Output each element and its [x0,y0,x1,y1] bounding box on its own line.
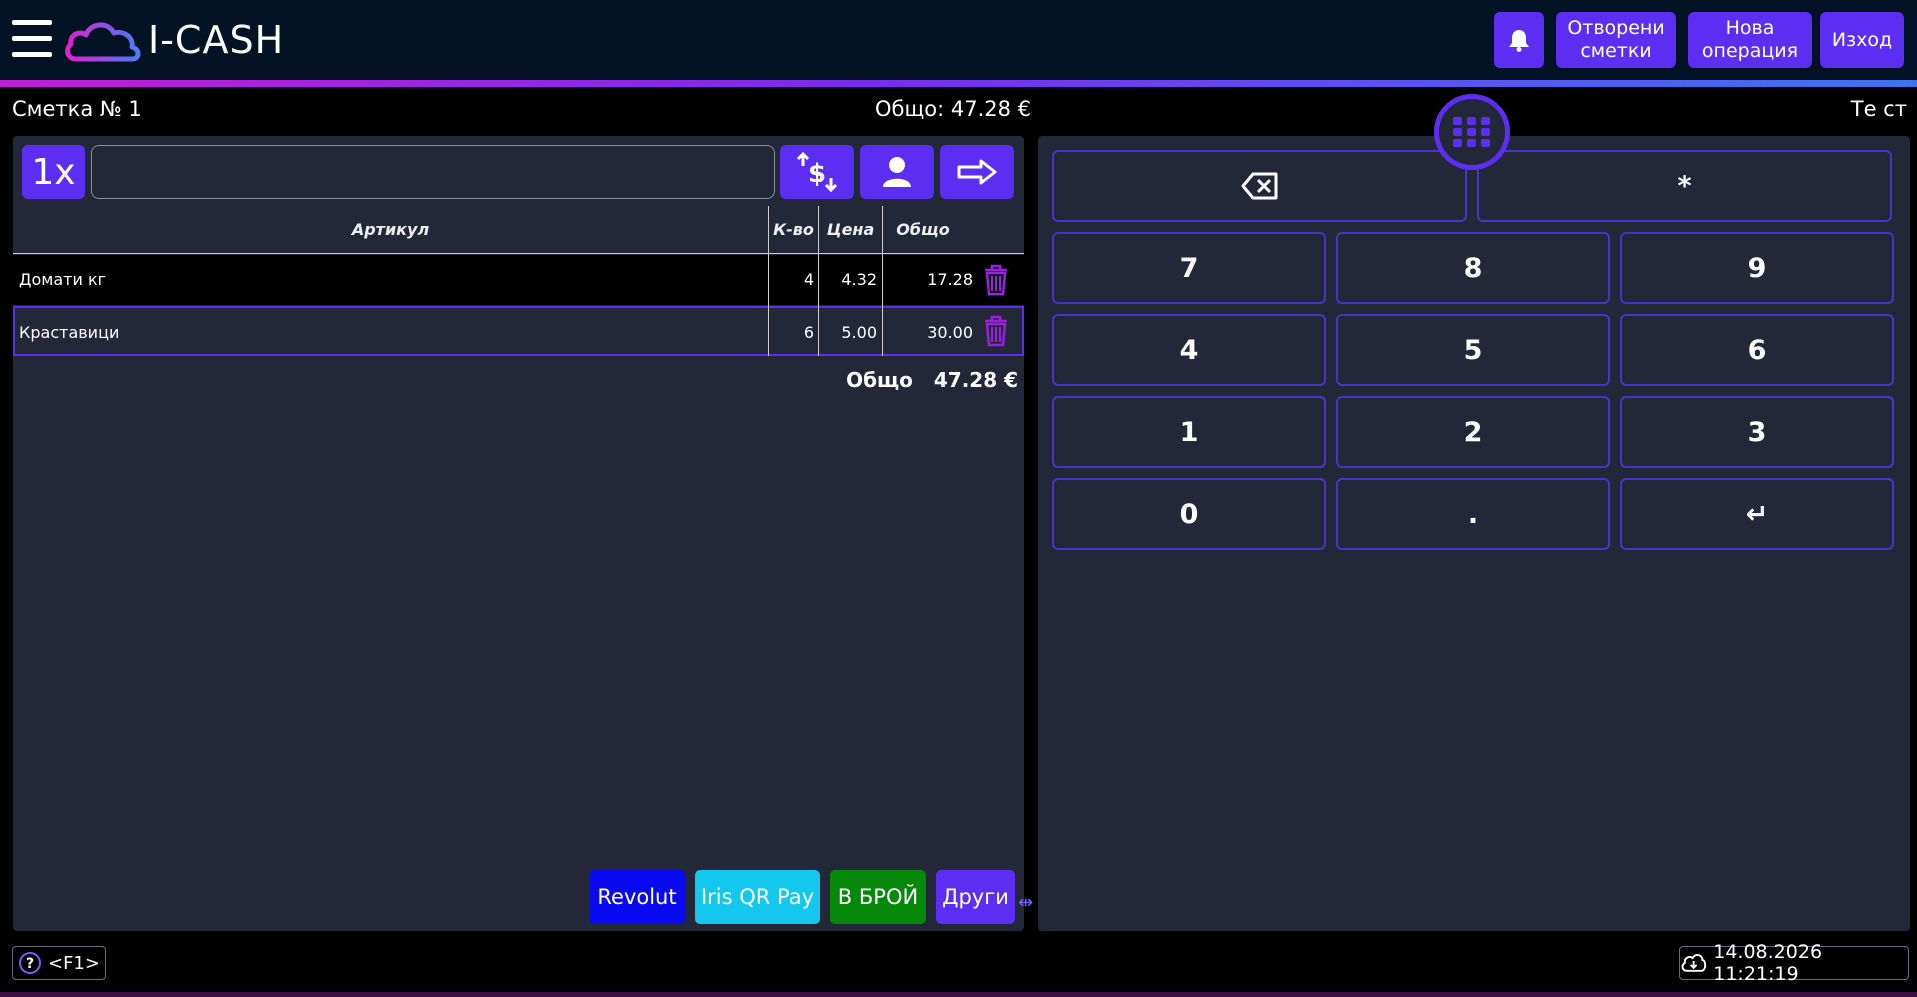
enter-key[interactable]: ↵ [1620,478,1894,550]
decimal-key[interactable]: . [1336,478,1610,550]
column-divider [818,206,819,356]
article-search-input[interactable] [91,145,775,199]
sum-value: 47.28 € [933,368,1018,392]
col-article: Артикул [351,220,430,239]
quantity-multiplier-button[interactable]: 1x [22,145,85,199]
iris-qr-pay-button[interactable]: Iris QR Pay [695,870,820,924]
bill-sum: Общо 47.28 € [846,368,1018,392]
datetime-text: 14.08.2026 11:21:19 [1713,941,1823,985]
help-button[interactable]: ? <F1> [12,946,106,980]
exit-button[interactable]: Изход [1820,12,1904,68]
svg-text:$: $ [808,159,826,189]
transfer-arrow-icon [957,159,997,185]
item-name: Краставици [19,323,120,342]
bottom-strip [0,992,1917,997]
item-price: 5.00 [841,323,877,342]
cash-pay-button[interactable]: В БРОЙ [830,870,926,924]
key-2[interactable]: 2 [1336,396,1610,468]
notifications-button[interactable] [1494,12,1544,68]
revolut-pay-button[interactable]: Revolut [589,870,685,924]
item-qty: 6 [803,323,814,342]
column-divider [768,206,769,356]
item-total: 30.00 [927,323,973,342]
items-table-header: Артикул К-во Цена Общо [13,206,1024,254]
bell-icon [1509,30,1529,52]
logo-text: I-CASH [148,18,285,62]
other-payments-button[interactable]: Други [936,870,1015,924]
sum-label: Общо [846,368,913,392]
item-qty: 4 [803,270,814,289]
bill-total: Общо: 47.28 € [874,97,1031,121]
table-row[interactable]: Домати кг 4 4.32 17.28 [13,255,1024,305]
item-name: Домати кг [19,270,107,289]
trash-icon[interactable] [982,315,1010,347]
column-divider [882,206,883,356]
app-logo: I-CASH [62,12,284,68]
key-5[interactable]: 5 [1336,314,1610,386]
user-name: Те ст [1850,97,1907,121]
customer-button[interactable] [860,145,934,199]
table-row-selected[interactable]: Краставици 6 5.00 30.00 [13,306,1024,356]
key-9[interactable]: 9 [1620,232,1894,304]
currency-exchange-icon: $ [796,151,838,193]
sync-clock: 14.08.2026 11:21:19 [1679,941,1909,985]
col-total: Общо [896,220,950,239]
key-0[interactable]: 0 [1052,478,1326,550]
customer-icon [883,157,911,187]
top-bar: I-CASH Отворени сметки Нова операция Изх… [0,0,1917,80]
svg-text:?: ? [26,956,34,972]
new-operation-button[interactable]: Нова операция [1688,12,1812,68]
item-total: 17.28 [927,270,973,289]
cloud-sync-icon [1681,954,1707,972]
backspace-key[interactable] [1052,150,1467,222]
key-7[interactable]: 7 [1052,232,1326,304]
cloud-logo-icon [65,22,141,62]
bill-number: Сметка № 1 [12,97,142,121]
grid-icon [1453,117,1490,147]
key-3[interactable]: 3 [1620,396,1894,468]
hamburger-menu-icon[interactable] [12,18,52,60]
trash-icon[interactable] [982,264,1010,296]
pos-app: I-CASH Отворени сметки Нова операция Изх… [0,0,1917,997]
col-price: Цена [826,220,875,239]
currency-exchange-button[interactable]: $ [780,145,854,199]
help-icon: ? [19,952,41,974]
help-shortcut-label: <F1> [48,952,100,974]
key-4[interactable]: 4 [1052,314,1326,386]
key-1[interactable]: 1 [1052,396,1326,468]
transfer-button[interactable] [940,145,1014,199]
key-8[interactable]: 8 [1336,232,1610,304]
backspace-icon [1241,172,1277,200]
item-price: 4.32 [841,270,877,289]
header-gradient-strip [0,80,1917,87]
multiply-key[interactable]: * [1477,150,1892,222]
open-bills-button[interactable]: Отворени сметки [1556,12,1676,68]
key-6[interactable]: 6 [1620,314,1894,386]
keypad-panel: * 7 8 9 4 5 6 1 2 3 0 . ↵ [1038,136,1910,931]
bill-panel: 1x $ Артикул К-во Цена Общо Домати кг 4 … [13,136,1024,931]
col-qty: К-во [773,220,814,239]
keypad-toggle-button[interactable] [1434,94,1510,170]
